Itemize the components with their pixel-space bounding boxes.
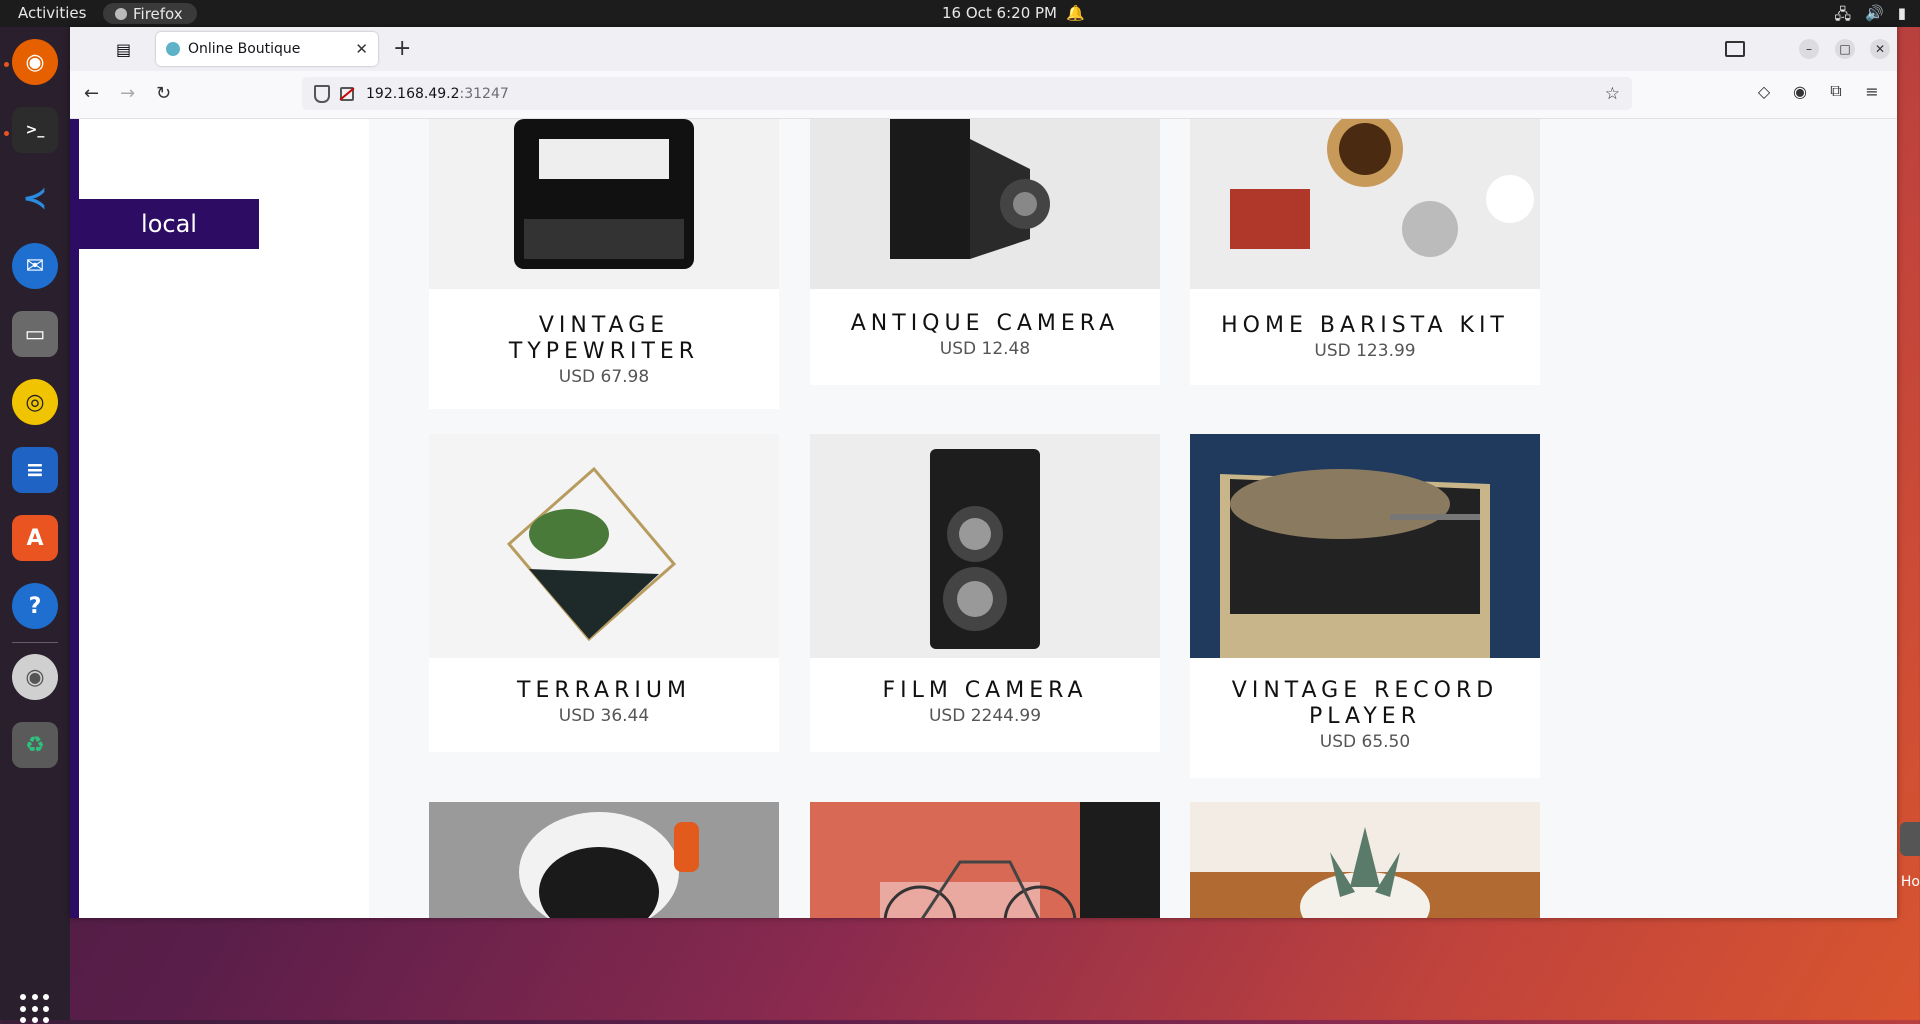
product-image[interactable] [1190,802,1540,918]
url-bar[interactable]: 192.168.49.2 :31247 ☆ [302,77,1632,110]
product-name[interactable]: ANTIQUE CAMERA [810,311,1160,337]
product-card[interactable]: TERRARIUM USD 36.44 [429,434,779,752]
reload-button[interactable]: ↻ [156,83,171,104]
firefox-view-icon[interactable]: ▤ [116,40,134,59]
product-card[interactable] [1190,802,1540,918]
favicon-icon [166,42,180,56]
desktop-home-icon[interactable] [1900,822,1920,856]
mug-image [519,812,699,918]
succulent-image [1190,802,1540,918]
nav-bar: ← → ↻ 192.168.49.2 :31247 ☆ ◇ ◉ ⧉ ≡ [70,71,1897,119]
product-image[interactable] [1190,119,1540,289]
url-port: :31247 [459,85,509,102]
menu-icon[interactable]: ≡ [1862,81,1882,101]
product-name[interactable]: HOME BARISTA KIT [1190,313,1540,339]
notification-bell-icon[interactable]: 🔔 [1066,4,1085,22]
running-indicator [4,131,9,136]
product-price: USD 65.50 [1319,732,1411,752]
product-card[interactable]: ANTIQUE CAMERA USD 12.48 [810,119,1160,385]
close-window-button[interactable]: ✕ [1870,39,1890,59]
record-player-image [1220,469,1490,658]
cluster-badge: local [79,199,259,249]
back-button[interactable]: ← [84,83,99,104]
clock[interactable]: 16 Oct 6:20 PM [942,4,1057,22]
product-name[interactable]: VINTAGE RECORD PLAYER [1190,678,1540,730]
product-card[interactable]: FILM CAMERA USD 2244.99 [810,434,1160,752]
tab-bar: ▤ Online Boutique ✕ + – □ ✕ [70,27,1897,71]
tab-title: Online Boutique [188,41,301,57]
product-name[interactable]: FILM CAMERA [810,678,1160,704]
product-card[interactable]: VINTAGE TYPEWRITER USD 67.98 [429,119,779,409]
product-price: USD 67.98 [558,367,650,387]
firefox-window: ▤ Online Boutique ✕ + – □ ✕ ← → ↻ 192.16… [70,27,1897,918]
battery-icon: ▮ [1897,4,1906,22]
disc-dock-icon[interactable]: ◉ [12,654,58,700]
product-image[interactable] [810,119,1160,289]
product-price: USD 2244.99 [928,706,1042,726]
dock-separator [12,642,58,643]
product-price: USD 36.44 [558,706,650,726]
barista-kit-image [1230,119,1534,257]
writer-dock-icon[interactable]: ≡ [12,447,58,493]
url-host: 192.168.49.2 [366,85,460,102]
firefox-icon [115,7,127,20]
terrarium-image [506,466,677,642]
list-all-tabs-icon[interactable] [1725,41,1745,57]
help-dock-icon[interactable]: ? [12,583,58,629]
product-image[interactable] [429,119,779,289]
software-dock-icon[interactable]: A [12,515,58,561]
trash-dock-icon[interactable]: ♻ [12,722,58,768]
new-tab-button[interactable]: + [393,36,411,61]
top-bar: Activities Firefox 16 Oct 6:20 PM 🔔 🖧 🔊 … [0,0,1920,27]
bookmark-star-icon[interactable]: ☆ [1605,84,1620,104]
thunderbird-dock-icon[interactable]: ✉ [12,243,58,289]
product-name[interactable]: VINTAGE TYPEWRITER [429,313,779,365]
tracking-protection-icon[interactable] [314,84,330,103]
page-content: local VINTAGE TYPEWRITER USD 67.98 ANTIQ… [70,119,1897,918]
insecure-connection-icon[interactable] [340,86,354,101]
antique-camera-image [890,119,1050,259]
product-card[interactable] [429,802,779,918]
vscode-dock-icon[interactable]: ≺ [12,175,58,221]
pocket-icon[interactable]: ◇ [1754,81,1774,101]
minimize-button[interactable]: – [1799,39,1819,59]
tab-online-boutique[interactable]: Online Boutique ✕ [156,32,378,66]
app-menu-firefox[interactable]: Firefox [103,3,197,24]
maximize-button[interactable]: □ [1835,39,1855,59]
product-image[interactable] [429,434,779,658]
account-icon[interactable]: ◉ [1790,81,1810,101]
product-image[interactable] [429,802,779,918]
forward-button[interactable]: → [120,83,135,104]
rhythmbox-dock-icon[interactable]: ◎ [12,379,58,425]
bicycle-image [880,802,1160,918]
product-card[interactable]: HOME BARISTA KIT USD 123.99 [1190,119,1540,385]
film-camera-image [930,449,1040,649]
close-tab-icon[interactable]: ✕ [355,40,368,58]
terminal-dock-icon[interactable]: >_ [12,107,58,153]
left-accent-bar [70,119,79,918]
extensions-icon[interactable]: ⧉ [1826,81,1846,101]
firefox-dock-icon[interactable]: ◉ [12,39,58,85]
product-image[interactable] [1190,434,1540,658]
network-icon: 🖧 [1834,5,1852,23]
product-card[interactable]: VINTAGE RECORD PLAYER USD 65.50 [1190,434,1540,778]
typewriter-image [514,119,694,269]
volume-icon: 🔊 [1865,4,1884,22]
product-name[interactable]: TERRARIUM [429,678,779,704]
product-card[interactable] [810,802,1160,918]
dock: ◉ >_ ≺ ✉ ▭ ◎ ≡ A ? ◉ ♻ [0,27,70,1024]
product-image[interactable] [810,434,1160,658]
activities-button[interactable]: Activities [18,4,86,22]
running-indicator [4,62,9,67]
app-menu-label: Firefox [133,4,183,23]
desktop-home-label[interactable]: Ho [1901,874,1920,890]
product-price: USD 12.48 [939,339,1031,359]
files-dock-icon[interactable]: ▭ [12,311,58,357]
system-tray[interactable]: 🖧 🔊 ▮ [1834,4,1906,29]
product-image[interactable] [810,802,1160,918]
product-price: USD 123.99 [1314,341,1416,361]
